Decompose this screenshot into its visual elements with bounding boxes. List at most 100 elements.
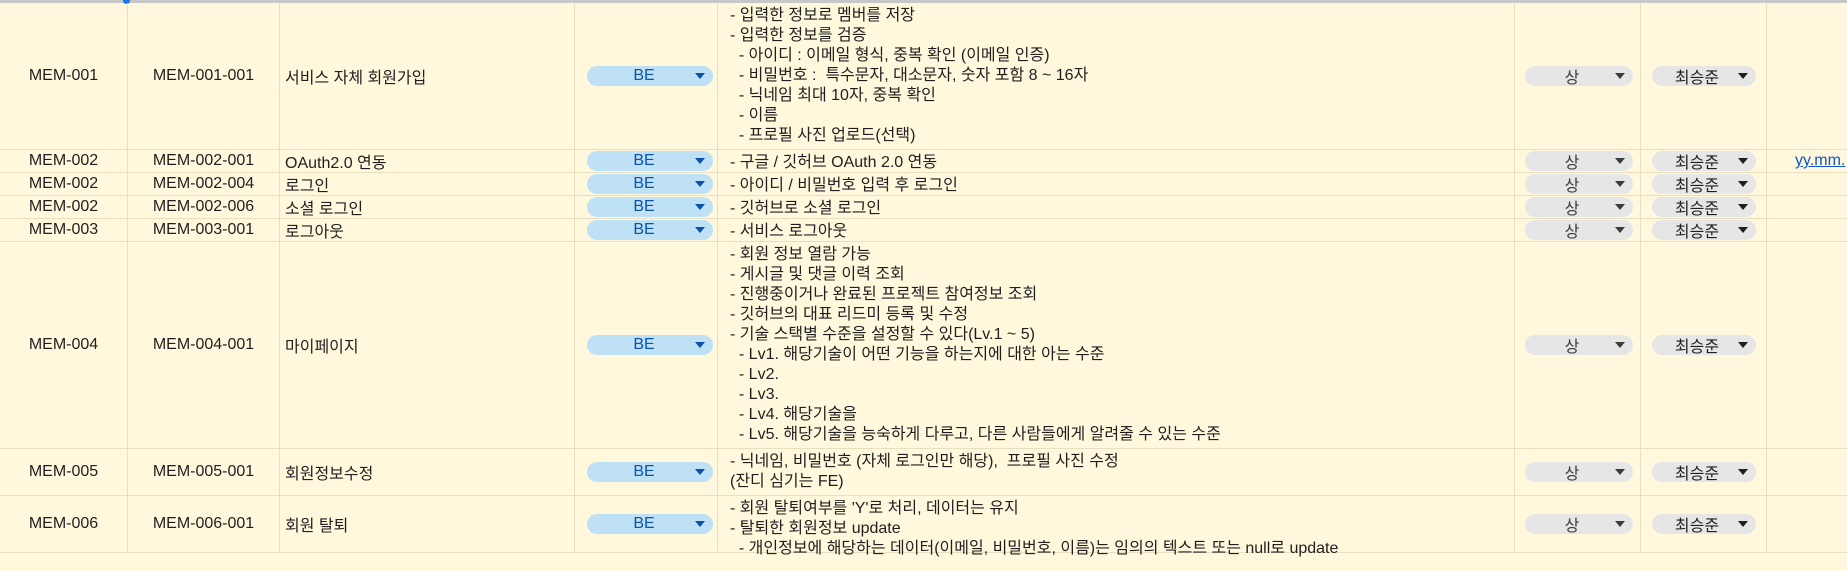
owner-dropdown[interactable]: 최승준	[1652, 335, 1756, 356]
part-cell[interactable]: BE	[575, 173, 718, 195]
priority-cell[interactable]: 상	[1515, 3, 1641, 149]
sub-id-cell[interactable]: MEM-006-001	[128, 496, 280, 552]
feature-name: 회원정보수정	[285, 466, 374, 483]
owner-dropdown[interactable]: 최승준	[1652, 151, 1756, 172]
owner-cell[interactable]: 최승준	[1641, 3, 1767, 149]
sub-id-cell[interactable]: MEM-002-006	[128, 196, 280, 218]
chevron-down-icon	[695, 158, 705, 164]
owner-cell[interactable]: 최승준	[1641, 173, 1767, 195]
description-cell[interactable]: - 구글 / 깃허브 OAuth 2.0 연동	[718, 150, 1515, 172]
date-cell[interactable]	[1767, 242, 1847, 448]
owner-dropdown[interactable]: 최승준	[1652, 220, 1756, 241]
part-cell[interactable]: BE	[575, 496, 718, 552]
priority-cell[interactable]: 상	[1515, 496, 1641, 552]
owner-cell[interactable]: 최승준	[1641, 150, 1767, 172]
description-cell[interactable]: - 깃허브로 소셜 로그인	[718, 196, 1515, 218]
chevron-down-icon	[695, 342, 705, 348]
priority-dropdown[interactable]: 상	[1525, 335, 1633, 356]
part-dropdown[interactable]: BE	[587, 151, 713, 171]
feature-cell[interactable]: 서비스 자체 회원가입	[280, 3, 575, 149]
feature-cell[interactable]: OAuth2.0 연동	[280, 150, 575, 172]
req-id: MEM-001	[28, 67, 99, 84]
date-cell[interactable]: yy.mm.	[1767, 150, 1847, 172]
part-cell[interactable]: BE	[575, 219, 718, 241]
part-cell[interactable]: BE	[575, 150, 718, 172]
date-cell[interactable]	[1767, 173, 1847, 195]
part-cell[interactable]: BE	[575, 196, 718, 218]
priority-cell[interactable]: 상	[1515, 242, 1641, 448]
date-cell[interactable]	[1767, 3, 1847, 149]
owner-cell[interactable]: 최승준	[1641, 496, 1767, 552]
description-cell[interactable]: - 닉네임, 비밀번호 (자체 로그인만 해당), 프로필 사진 수정 (잔디 심…	[718, 449, 1515, 495]
feature-cell[interactable]: 소셜 로그인	[280, 196, 575, 218]
priority-dropdown[interactable]: 상	[1525, 66, 1633, 87]
feature-cell[interactable]: 회원 탈퇴	[280, 496, 575, 552]
priority-dropdown[interactable]: 상	[1525, 151, 1633, 172]
owner-dropdown[interactable]: 최승준	[1652, 197, 1756, 218]
priority-dropdown[interactable]: 상	[1525, 174, 1633, 195]
feature-cell[interactable]: 로그아웃	[280, 219, 575, 241]
part-dropdown[interactable]: BE	[587, 462, 713, 482]
part-dropdown[interactable]: BE	[587, 66, 713, 86]
id-cell[interactable]: MEM-002	[0, 150, 128, 172]
owner-dropdown[interactable]: 최승준	[1652, 66, 1756, 87]
part-dropdown[interactable]: BE	[587, 197, 713, 217]
owner-cell[interactable]: 최승준	[1641, 449, 1767, 495]
description-cell[interactable]: - 서비스 로그아웃	[718, 219, 1515, 241]
id-cell[interactable]: MEM-004	[0, 242, 128, 448]
id-cell[interactable]: MEM-002	[0, 173, 128, 195]
sub-id-cell[interactable]: MEM-005-001	[128, 449, 280, 495]
description-line: - 회원 정보 열람 가능	[730, 246, 871, 263]
chevron-down-icon	[1738, 342, 1748, 348]
priority-dropdown[interactable]: 상	[1525, 514, 1633, 535]
owner-value: 최승준	[1674, 466, 1720, 483]
date-link[interactable]: yy.mm.	[1767, 152, 1845, 170]
owner-cell[interactable]: 최승준	[1641, 242, 1767, 448]
description-line: - 개인정보에 해당하는 데이터(이메일, 비밀번호, 이름)는 임의의 텍스트…	[730, 540, 1339, 557]
date-cell[interactable]	[1767, 196, 1847, 218]
priority-dropdown[interactable]: 상	[1525, 462, 1633, 483]
priority-dropdown[interactable]: 상	[1525, 220, 1633, 241]
sub-id-cell[interactable]: MEM-002-004	[128, 173, 280, 195]
part-dropdown[interactable]: BE	[587, 514, 713, 534]
description-cell[interactable]: - 회원 탈퇴여부를 'Y'로 처리, 데이터는 유지 - 탈퇴한 회원정보 up…	[718, 496, 1515, 557]
owner-cell[interactable]: 최승준	[1641, 219, 1767, 241]
priority-cell[interactable]: 상	[1515, 449, 1641, 495]
part-dropdown[interactable]: BE	[587, 335, 713, 355]
id-cell[interactable]: MEM-003	[0, 219, 128, 241]
priority-cell[interactable]: 상	[1515, 219, 1641, 241]
description-cell[interactable]: - 입력한 정보로 멤버를 저장 - 입력한 정보를 검증 - 아이디 : 이메일…	[718, 3, 1515, 149]
feature-cell[interactable]: 마이페이지	[280, 242, 575, 448]
id-cell[interactable]: MEM-006	[0, 496, 128, 552]
part-cell[interactable]: BE	[575, 3, 718, 149]
owner-dropdown[interactable]: 최승준	[1652, 514, 1756, 535]
owner-dropdown[interactable]: 최승준	[1652, 174, 1756, 195]
description-line: (잔디 심기는 FE)	[730, 473, 844, 490]
owner-dropdown[interactable]: 최승준	[1652, 462, 1756, 483]
priority-dropdown[interactable]: 상	[1525, 197, 1633, 218]
part-cell[interactable]: BE	[575, 242, 718, 448]
priority-cell[interactable]: 상	[1515, 196, 1641, 218]
part-dropdown[interactable]: BE	[587, 174, 713, 194]
id-cell[interactable]: MEM-001	[0, 3, 128, 149]
description-line: - 깃허브의 대표 리드미 등록 및 수정	[730, 306, 969, 323]
description-cell[interactable]: - 아이디 / 비밀번호 입력 후 로그인	[718, 173, 1515, 195]
feature-cell[interactable]: 회원정보수정	[280, 449, 575, 495]
part-cell[interactable]: BE	[575, 449, 718, 495]
id-cell[interactable]: MEM-005	[0, 449, 128, 495]
priority-cell[interactable]: 상	[1515, 150, 1641, 172]
sub-id-cell[interactable]: MEM-003-001	[128, 219, 280, 241]
feature-cell[interactable]: 로그인	[280, 173, 575, 195]
sub-id-cell[interactable]: MEM-004-001	[128, 242, 280, 448]
priority-cell[interactable]: 상	[1515, 173, 1641, 195]
description-cell[interactable]: - 회원 정보 열람 가능 - 게시글 및 댓글 이력 조회 - 진행중이거나 완료…	[718, 242, 1515, 448]
part-dropdown[interactable]: BE	[587, 220, 713, 240]
owner-cell[interactable]: 최승준	[1641, 196, 1767, 218]
sub-id-cell[interactable]: MEM-002-001	[128, 150, 280, 172]
sub-id-cell[interactable]: MEM-001-001	[128, 3, 280, 149]
date-cell[interactable]	[1767, 496, 1847, 552]
id-cell[interactable]: MEM-002	[0, 196, 128, 218]
date-cell[interactable]	[1767, 219, 1847, 241]
date-cell[interactable]	[1767, 449, 1847, 495]
req-id: MEM-005	[28, 463, 99, 480]
